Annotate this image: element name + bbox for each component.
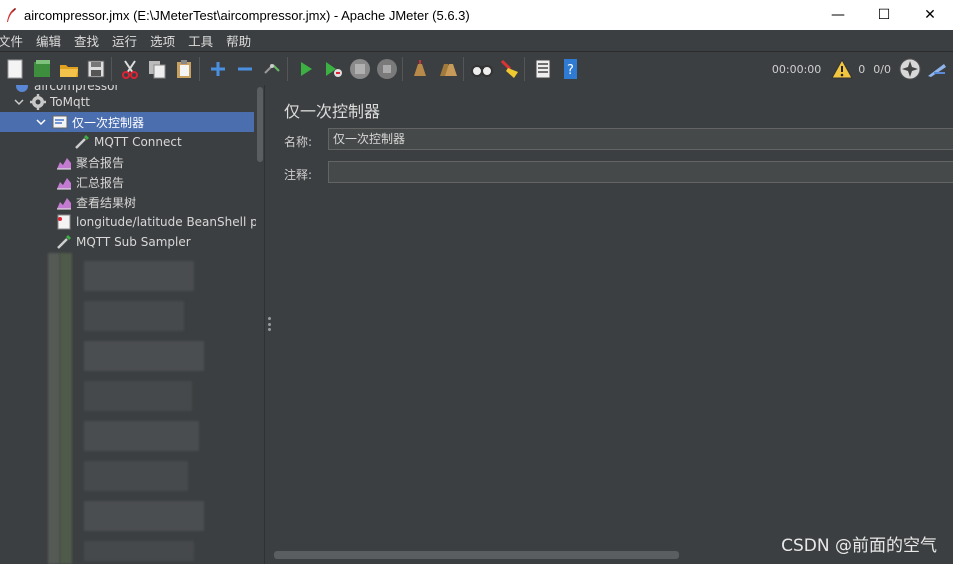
toolbar-separator <box>111 56 112 81</box>
warning-icon[interactable] <box>830 57 854 81</box>
search-binoculars-icon[interactable] <box>470 57 494 81</box>
reset-search-broom-icon[interactable] <box>497 57 521 81</box>
comment-label: 注释: <box>284 168 313 182</box>
jmeter-feather-icon <box>4 7 18 23</box>
function-helper-icon[interactable] <box>531 57 555 81</box>
log-viewer-icon[interactable] <box>925 57 949 81</box>
toolbar-separator <box>287 56 288 81</box>
clear-all-icon[interactable] <box>436 57 460 81</box>
open-folder-icon[interactable] <box>57 57 81 81</box>
controller-icon <box>52 114 68 130</box>
splitter-handle-icon[interactable] <box>268 317 271 331</box>
toolbar-separator <box>524 56 525 81</box>
pipette-icon <box>56 234 72 250</box>
menu-options[interactable]: 选项 <box>150 31 181 50</box>
tree-item-label: 查看结果树 <box>76 195 137 210</box>
tree-item-tomqtt[interactable]: ToMqtt <box>14 92 264 112</box>
tree-item-label: MQTT Sub Sampler <box>76 235 191 249</box>
cut-icon[interactable] <box>118 57 142 81</box>
help-icon[interactable]: ? <box>558 57 582 81</box>
toolbar: ? 00:00:00 0 0/0 <box>0 51 953 85</box>
tree-item-label: 聚合报告 <box>76 155 125 170</box>
script-icon <box>56 214 72 230</box>
tree-item-label: MQTT Connect <box>94 135 182 149</box>
new-file-icon[interactable] <box>3 57 27 81</box>
warning-count: 0 <box>858 62 866 76</box>
tree-item-aggregate-report[interactable]: 聚合报告 <box>56 152 264 172</box>
tree-item-summary-report[interactable]: 汇总报告 <box>56 172 264 192</box>
clear-icon[interactable] <box>409 57 433 81</box>
report-icon <box>56 174 72 190</box>
menu-file[interactable]: 文件 <box>0 31 29 50</box>
report-icon <box>56 154 72 170</box>
shutdown-icon[interactable] <box>375 57 399 81</box>
window-title: aircompressor.jmx (E:\JMeterTest\aircomp… <box>24 7 470 23</box>
tree-item-label: 汇总报告 <box>76 175 125 190</box>
toggle-icon[interactable] <box>260 57 284 81</box>
stop-icon[interactable] <box>348 57 372 81</box>
controller-settings-panel: 仅一次控制器 名称: 仅一次控制器 注释: <box>274 85 953 564</box>
templates-icon[interactable] <box>30 57 54 81</box>
toolbar-separator <box>199 56 200 81</box>
panel-splitter[interactable] <box>264 85 274 564</box>
window-title-bar: aircompressor.jmx (E:\JMeterTest\aircomp… <box>0 0 953 30</box>
gear-icon <box>30 94 46 110</box>
menu-bar: 文件 编辑 查找 运行 选项 工具 帮助 <box>0 30 953 51</box>
panel-title: 仅一次控制器 <box>284 102 381 121</box>
menu-edit[interactable]: 编辑 <box>36 31 67 50</box>
close-button[interactable]: ✕ <box>907 0 953 30</box>
tree-item-once-only-controller[interactable]: 仅一次控制器 <box>0 112 254 132</box>
elapsed-timer: 00:00:00 <box>771 62 822 76</box>
toolbar-separator <box>463 56 464 81</box>
tree-item-label: longitude/latitude BeanShell prep <box>76 215 264 229</box>
copy-icon[interactable] <box>145 57 169 81</box>
collapse-all-icon[interactable] <box>233 57 257 81</box>
start-icon[interactable] <box>294 57 318 81</box>
content-horizontal-scrollbar[interactable] <box>274 551 679 559</box>
name-label: 名称: <box>284 135 313 149</box>
comment-field[interactable] <box>328 161 953 183</box>
maximize-button[interactable]: ☐ <box>861 0 907 30</box>
chevron-down-icon[interactable] <box>14 97 24 107</box>
expand-all-icon[interactable] <box>206 57 230 81</box>
minimize-button[interactable]: — <box>815 0 861 30</box>
name-field[interactable]: 仅一次控制器 <box>328 128 953 150</box>
obscured-tree-area <box>46 253 216 564</box>
tree-scrollbar-thumb[interactable] <box>257 87 263 162</box>
menu-run[interactable]: 运行 <box>112 31 143 50</box>
tree-scrollbar[interactable] <box>256 85 264 564</box>
tree-item-mqtt-sub-sampler[interactable]: MQTT Sub Sampler <box>56 232 264 252</box>
start-no-pauses-icon[interactable] <box>321 57 345 81</box>
watermark: CSDN @前面的空气 <box>781 536 937 556</box>
paste-icon[interactable] <box>172 57 196 81</box>
tree-item-mqtt-connect[interactable]: MQTT Connect <box>74 132 264 152</box>
menu-help[interactable]: 帮助 <box>226 31 257 50</box>
tree-item-beanshell-preprocessor[interactable]: longitude/latitude BeanShell prep <box>56 212 264 232</box>
chevron-down-icon[interactable] <box>36 117 46 127</box>
svg-text:?: ? <box>567 63 574 78</box>
menu-tools[interactable]: 工具 <box>188 31 219 50</box>
tree-item-view-results-tree[interactable]: 查看结果树 <box>56 192 264 212</box>
thread-count: 0/0 <box>873 62 891 76</box>
toolbar-separator <box>402 56 403 81</box>
remote-engine-icon[interactable] <box>898 57 922 81</box>
menu-search[interactable]: 查找 <box>74 31 105 50</box>
tree-item-label: 仅一次控制器 <box>72 115 145 130</box>
report-icon <box>56 194 72 210</box>
tree-item-label: ToMqtt <box>50 95 91 109</box>
save-icon[interactable] <box>84 57 108 81</box>
test-plan-tree: aircompressor ToMqtt 仅一次控制器 MQTT Connect… <box>0 85 264 564</box>
pipette-icon <box>74 134 90 150</box>
